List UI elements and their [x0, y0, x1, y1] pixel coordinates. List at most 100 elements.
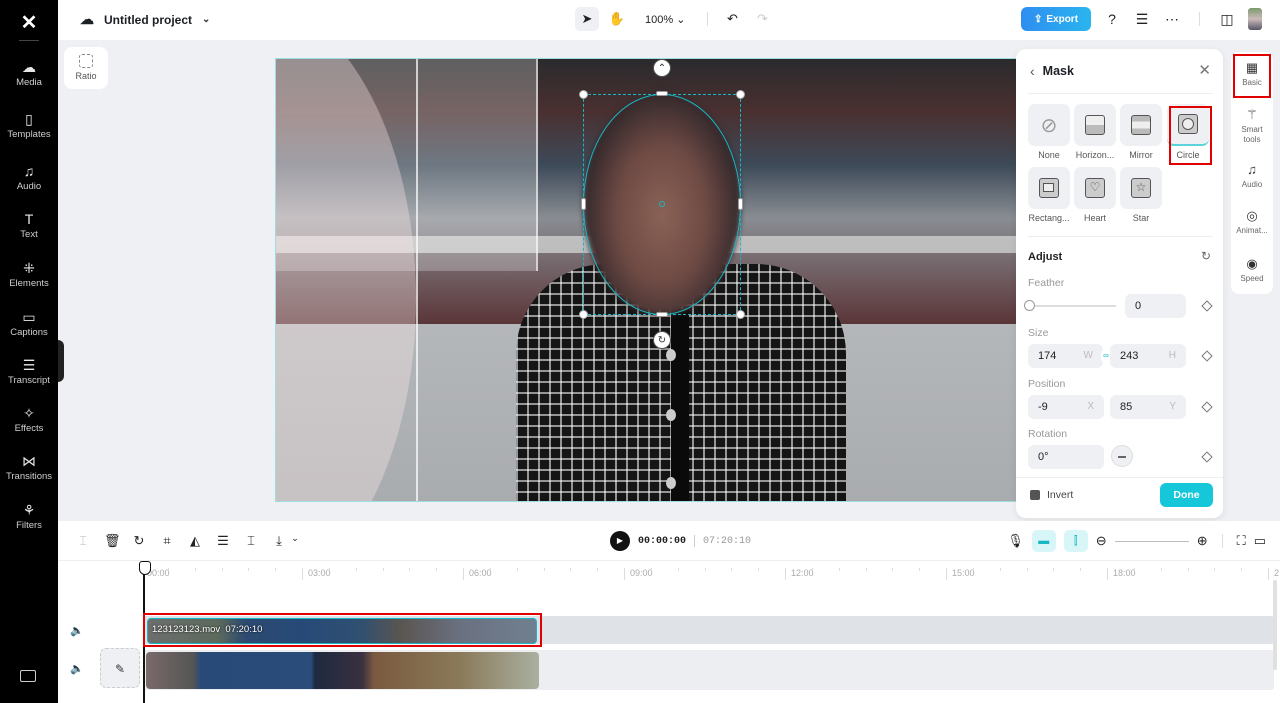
feather-keyframe-icon[interactable]	[1201, 300, 1213, 312]
crop-icon[interactable]: ⌗	[160, 533, 174, 549]
rotation-keyframe-icon[interactable]	[1201, 451, 1213, 463]
zoom-level-dropdown[interactable]: 100% ⌄	[635, 13, 695, 26]
resize-handle-bottom-right[interactable]	[736, 310, 745, 319]
shape-label: Star	[1132, 213, 1150, 223]
size-height-input[interactable]: 243 H	[1110, 344, 1186, 368]
sidebar-item-templates[interactable]: ▯ Templates	[0, 110, 58, 140]
rail-item-audio[interactable]: ♫ Audio	[1231, 162, 1273, 190]
project-title[interactable]: ☁ Untitled project ⌄	[80, 11, 210, 28]
sidebar-item-text[interactable]: T Text	[0, 210, 58, 240]
help-icon[interactable]: ?	[1103, 11, 1121, 27]
redo-button[interactable]: ↷	[750, 7, 774, 31]
mask-shape-horizontal[interactable]: Horizon...	[1074, 104, 1116, 160]
transcript-edit-icon[interactable]: ☰	[216, 533, 230, 549]
sidebar-item-audio[interactable]: ♫ Audio	[0, 162, 58, 192]
rail-item-smart-tools[interactable]: ⚚ Smart tools	[1231, 107, 1273, 145]
undo-button[interactable]: ↶	[720, 7, 744, 31]
chevron-down-icon[interactable]: ⌄	[288, 533, 302, 549]
timeline-ruler[interactable]: 00:00 03:00 06:00 09:00 12:00 15:00 18:00 2	[144, 563, 1280, 583]
size-width-input[interactable]: 174 W	[1028, 344, 1103, 368]
ruler-label: 03:00	[308, 568, 331, 578]
export-button[interactable]: ⇪ Export	[1021, 7, 1091, 31]
sidebar-item-label: Templates	[7, 129, 51, 140]
panel-layout-icon[interactable]: ◫	[1218, 11, 1236, 28]
sidebar-item-filters[interactable]: ⚘ Filters	[0, 501, 58, 531]
sidebar-collapse-handle[interactable]	[58, 340, 64, 382]
sidebar-item-captions[interactable]: ▭ Captions	[0, 308, 58, 338]
ratio-button[interactable]: Ratio	[64, 47, 108, 89]
rotation-dial[interactable]	[1111, 445, 1133, 467]
sidebar-item-elements[interactable]: ⁜ Elements	[0, 259, 58, 289]
size-keyframe-icon[interactable]	[1201, 350, 1213, 362]
avatar[interactable]	[1248, 8, 1262, 30]
position-keyframe-icon[interactable]	[1201, 401, 1213, 413]
split-view-toggle[interactable]: ⫿	[1063, 530, 1088, 552]
sidebar-item-transcript[interactable]: ☰ Transcript	[0, 356, 58, 386]
ruler-minor-tick	[999, 568, 1001, 571]
zoom-in-icon[interactable]: ⊕	[1197, 533, 1208, 549]
done-button[interactable]: Done	[1160, 483, 1213, 507]
keyboard-shortcuts-icon[interactable]	[20, 670, 36, 682]
feather-drag-handle[interactable]: ⌃	[653, 59, 671, 77]
feather-slider-knob[interactable]	[1024, 300, 1035, 311]
more-icon[interactable]: ⋯	[1163, 11, 1181, 28]
mask-shape-mirror[interactable]: Mirror	[1120, 104, 1162, 160]
mask-shape-star[interactable]: ☆ Star	[1120, 167, 1162, 223]
position-y-input[interactable]: 85 Y	[1110, 395, 1186, 419]
replay-icon[interactable]: ↻	[132, 533, 146, 549]
resize-handle-top-left[interactable]	[579, 90, 588, 99]
ruler-minor-tick	[167, 568, 169, 571]
trim-icon[interactable]: ⌶	[244, 533, 258, 549]
ruler-label: 15:00	[952, 568, 975, 578]
sidebar-item-media[interactable]: ☁ Media	[0, 58, 58, 88]
mask-center-handle[interactable]	[659, 201, 665, 207]
video-clip-main[interactable]	[146, 652, 539, 689]
invert-toggle[interactable]: Invert	[1030, 489, 1073, 501]
resize-handle-top[interactable]	[656, 91, 668, 96]
track-audio-toggle[interactable]: 🔈	[70, 662, 84, 675]
sidebar-item-transitions[interactable]: ⋈ Transitions	[0, 452, 58, 482]
rail-item-speed[interactable]: ◉ Speed	[1231, 256, 1273, 284]
music-note-icon: ♫	[1247, 162, 1257, 177]
close-icon[interactable]: ✕	[1198, 61, 1211, 79]
video-canvas[interactable]: ⌃ ↻	[275, 58, 1020, 502]
ruler-minor-tick	[194, 568, 196, 571]
resize-handle-bottom[interactable]	[656, 312, 668, 317]
resize-handle-right[interactable]	[738, 198, 743, 210]
resize-handle-left[interactable]	[581, 198, 586, 210]
rotate-handle[interactable]: ↻	[653, 331, 671, 349]
preview-icon[interactable]: ▭	[1254, 533, 1266, 549]
panel-divider	[1028, 93, 1213, 94]
capcut-logo-icon[interactable]: ✕	[14, 10, 44, 34]
track-audio-toggle[interactable]: 🔈	[70, 624, 84, 637]
reset-icon[interactable]: ↻	[1201, 249, 1211, 263]
timeline-scrollbar[interactable]	[1273, 580, 1277, 670]
feather-input[interactable]: 0	[1125, 294, 1186, 318]
size-height-value: 243	[1120, 350, 1139, 362]
timeline-zoom-slider[interactable]	[1114, 540, 1189, 542]
position-x-input[interactable]: -9 X	[1028, 395, 1104, 419]
mask-shape-rectangle[interactable]: Rectang...	[1028, 167, 1070, 223]
select-tool-button[interactable]: ➤	[575, 7, 599, 31]
layers-icon[interactable]: ☰	[1133, 11, 1151, 28]
mask-shape-none[interactable]: ⊘ None	[1028, 104, 1070, 160]
delete-icon[interactable]: 🗑	[104, 533, 121, 549]
flip-icon[interactable]: ◭	[188, 533, 202, 549]
rail-item-animation[interactable]: ◎ Animat...	[1231, 208, 1273, 236]
resize-handle-bottom-left[interactable]	[579, 310, 588, 319]
rotation-input[interactable]: 0°	[1028, 445, 1104, 469]
zoom-out-icon[interactable]: ⊖	[1096, 533, 1107, 549]
mask-shape-heart[interactable]: ♡ Heart	[1074, 167, 1116, 223]
split-icon[interactable]: ⌶	[76, 533, 90, 549]
edit-track-button[interactable]: ✎	[100, 648, 140, 688]
auto-snap-toggle[interactable]: ▬	[1031, 530, 1056, 552]
download-icon[interactable]: ⤓	[272, 533, 286, 549]
play-button[interactable]: ▶	[610, 531, 630, 551]
feather-slider[interactable]	[1024, 300, 1116, 311]
resize-handle-top-right[interactable]	[736, 90, 745, 99]
sidebar-item-effects[interactable]: ✧ Effects	[0, 404, 58, 434]
back-chevron-icon[interactable]: ‹	[1030, 63, 1035, 79]
fit-screen-icon[interactable]: ⛶	[1237, 533, 1246, 549]
hand-tool-button[interactable]: ✋	[605, 7, 629, 31]
microphone-icon[interactable]: 🎙	[1007, 533, 1024, 549]
